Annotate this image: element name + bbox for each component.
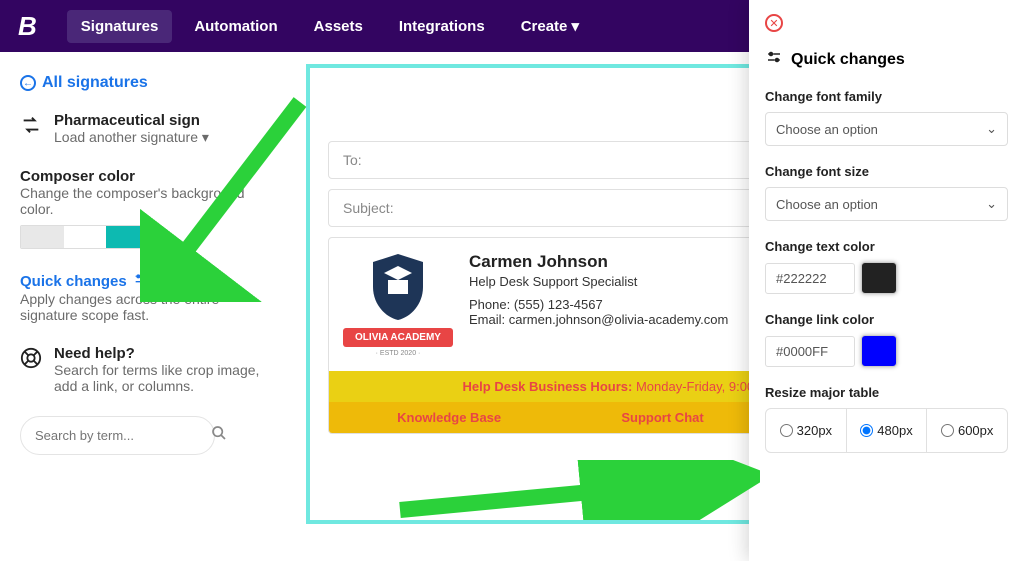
nav-create[interactable]: Create ▾ bbox=[507, 9, 593, 43]
text-color-label: Change text color bbox=[765, 239, 1008, 254]
contact-name: Carmen Johnson bbox=[469, 252, 728, 272]
text-color-swatch[interactable] bbox=[861, 262, 897, 294]
panel-title: Quick changes bbox=[791, 51, 905, 69]
font-size-label: Change font size bbox=[765, 164, 1008, 179]
quick-changes-label: Quick changes bbox=[20, 273, 127, 290]
chevron-down-icon: ⌄ bbox=[986, 121, 997, 137]
back-label: All signatures bbox=[42, 74, 148, 92]
help-search[interactable] bbox=[20, 416, 215, 455]
contact-phone: Phone: (555) 123-4567 bbox=[469, 297, 728, 312]
quick-changes-sub: Apply changes across the entire signatur… bbox=[20, 291, 280, 323]
font-size-select[interactable]: Choose an option⌄ bbox=[765, 187, 1008, 221]
link-color-label: Change link color bbox=[765, 312, 1008, 327]
back-all-signatures[interactable]: ← All signatures bbox=[20, 74, 280, 92]
help-search-input[interactable] bbox=[35, 428, 211, 443]
nav-assets[interactable]: Assets bbox=[300, 10, 377, 43]
current-signature-name: Pharmaceutical sign bbox=[54, 112, 209, 129]
quick-changes-link[interactable]: Quick changes bbox=[20, 271, 149, 291]
link-color-swatch[interactable] bbox=[861, 335, 897, 367]
need-help-title: Need help? bbox=[54, 345, 280, 362]
nav-automation[interactable]: Automation bbox=[180, 10, 291, 43]
nav-integrations[interactable]: Integrations bbox=[385, 10, 499, 43]
font-family-label: Change font family bbox=[765, 89, 1008, 104]
academy-name: OLIVIA ACADEMY bbox=[343, 328, 453, 347]
resize-600[interactable]: 600px bbox=[927, 409, 1007, 452]
need-help-sub: Search for terms like crop image, add a … bbox=[54, 362, 280, 394]
arrow-left-icon: ← bbox=[20, 75, 36, 91]
academy-logo: OLIVIA ACADEMY · ESTD 2020 · bbox=[343, 252, 453, 357]
resize-table-group: 320px 480px 600px bbox=[765, 408, 1008, 453]
swap-icon bbox=[20, 114, 42, 136]
composer-color-title: Composer color bbox=[20, 168, 280, 185]
close-panel-button[interactable]: ✕ bbox=[765, 14, 783, 32]
composer-color-picker[interactable] bbox=[20, 225, 150, 249]
resize-320[interactable]: 320px bbox=[766, 409, 847, 452]
link-support-chat[interactable]: Support Chat bbox=[621, 410, 703, 425]
link-color-input[interactable] bbox=[765, 336, 855, 367]
search-icon bbox=[211, 425, 227, 446]
quick-changes-panel: ✕ Quick changes Change font family Choos… bbox=[749, 0, 1024, 561]
academy-est: · ESTD 2020 · bbox=[343, 350, 453, 357]
text-color-input[interactable] bbox=[765, 263, 855, 294]
life-ring-icon bbox=[20, 347, 42, 369]
sliders-icon bbox=[765, 48, 783, 71]
font-family-select[interactable]: Choose an option⌄ bbox=[765, 112, 1008, 146]
resize-480[interactable]: 480px bbox=[847, 409, 928, 452]
app-logo[interactable]: B bbox=[18, 11, 37, 42]
sliders-icon bbox=[133, 271, 149, 291]
nav-signatures[interactable]: Signatures bbox=[67, 10, 173, 43]
link-knowledge-base[interactable]: Knowledge Base bbox=[397, 410, 501, 425]
composer-color-sub: Change the composer's background color. bbox=[20, 185, 280, 217]
load-another-signature[interactable]: Load another signature ▾ bbox=[54, 129, 209, 146]
chevron-down-icon: ⌄ bbox=[986, 196, 997, 212]
contact-role: Help Desk Support Specialist bbox=[469, 274, 728, 289]
contact-email: Email: carmen.johnson@olivia-academy.com bbox=[469, 312, 728, 327]
resize-table-label: Resize major table bbox=[765, 385, 1008, 400]
